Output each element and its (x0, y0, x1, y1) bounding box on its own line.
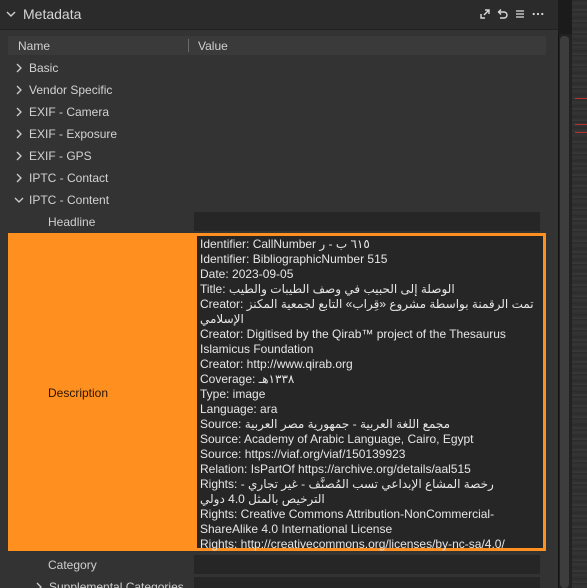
description-value[interactable]: Identifier: CallNumber ٦١٥ ب - ر Identif… (194, 233, 546, 551)
description-line: Creator: تمت الرقمنة بواسطة مشروع «قِراب… (200, 297, 534, 326)
chevron-right-icon (16, 85, 22, 95)
group-iptc-content[interactable]: IPTC - Content (8, 189, 546, 211)
group-label: EXIF - Exposure (29, 127, 118, 141)
group-label: Supplemental Categories (49, 580, 184, 588)
description-line: Rights: رخصة المشاع الإبداعي تسب المُصنَ… (200, 477, 494, 506)
description-line: Date: 2023-09-05 (200, 267, 294, 281)
headline-label: Headline (48, 215, 96, 229)
group-label: Vendor Specific (29, 83, 113, 97)
group-iptc-contact[interactable]: IPTC - Contact (8, 167, 546, 189)
description-line: Identifier: CallNumber ٦١٥ ب - ر (200, 237, 370, 251)
chevron-right-icon (16, 151, 22, 161)
chevron-right-icon (36, 582, 42, 588)
chevron-right-icon (16, 129, 22, 139)
viewer-guide-mark (575, 132, 587, 133)
description-line: Coverage: ١٣٣٨هـ (200, 372, 295, 386)
description-line: Title: الوصلة إلى الحبيب في وصف الطيبات … (200, 282, 455, 296)
chevron-down-icon[interactable] (5, 8, 17, 20)
description-line: Creator: http://www.qirab.org (200, 357, 353, 371)
chevron-right-icon (16, 173, 22, 183)
viewer-guide-mark (575, 98, 587, 99)
group-exif-gps[interactable]: EXIF - GPS (8, 145, 546, 167)
column-value[interactable]: Value (198, 39, 228, 53)
category-label: Category (48, 558, 97, 572)
column-name[interactable]: Name (18, 39, 50, 53)
panel-title: Metadata (23, 6, 82, 22)
description-line: Type: image (200, 387, 266, 401)
description-line: Rights: Creative Commons Attribution-Non… (200, 507, 495, 536)
group-vendor-specific[interactable]: Vendor Specific (8, 79, 546, 101)
metadata-panel: Metadata Name Value Basic Vendor Specifi… (0, 0, 558, 588)
panel-header[interactable]: Metadata (0, 0, 558, 30)
chevron-down-icon (14, 197, 24, 203)
group-label: IPTC - Content (29, 193, 110, 207)
description-line: Rights: http://creativecommons.org/licen… (200, 537, 505, 551)
group-label: Basic (29, 61, 59, 75)
viewer-guide-mark (575, 124, 587, 125)
column-divider[interactable] (188, 39, 189, 52)
group-exif-camera[interactable]: EXIF - Camera (8, 101, 546, 123)
expand-icon[interactable] (479, 8, 491, 20)
group-label: IPTC - Contact (29, 171, 109, 185)
description-line: Creator: Digitised by the Qirab™ project… (200, 327, 506, 356)
headline-value[interactable] (194, 212, 540, 231)
description-line: Source: https://viaf.org/viaf/150139923 (200, 447, 406, 461)
chevron-right-icon (16, 63, 22, 73)
category-value[interactable] (194, 555, 540, 574)
column-header: Name Value (8, 36, 546, 55)
description-line: Identifier: BibliographicNumber 515 (200, 252, 388, 266)
group-label: EXIF - Camera (29, 105, 110, 119)
more-icon[interactable] (532, 8, 544, 20)
group-exif-exposure[interactable]: EXIF - Exposure (8, 123, 546, 145)
group-label: EXIF - GPS (29, 149, 92, 163)
supplemental-value[interactable] (194, 577, 540, 588)
description-label: Description (48, 386, 109, 400)
menu-icon[interactable] (514, 8, 526, 20)
chevron-right-icon (16, 107, 22, 117)
description-text: Identifier: CallNumber ٦١٥ ب - ر Identif… (200, 237, 540, 552)
description-line: Relation: IsPartOf https://archive.org/d… (200, 462, 471, 476)
description-line: Language: ara (200, 402, 278, 416)
description-line: Source: Academy of Arabic Language, Cair… (200, 432, 474, 446)
undo-icon[interactable] (496, 8, 508, 20)
group-basic[interactable]: Basic (8, 57, 546, 79)
image-viewer-edge (572, 0, 587, 588)
description-line: Source: مجمع اللغة العربية - جمهورية مصر… (200, 417, 451, 431)
scrollbar-thumb[interactable] (560, 36, 569, 588)
